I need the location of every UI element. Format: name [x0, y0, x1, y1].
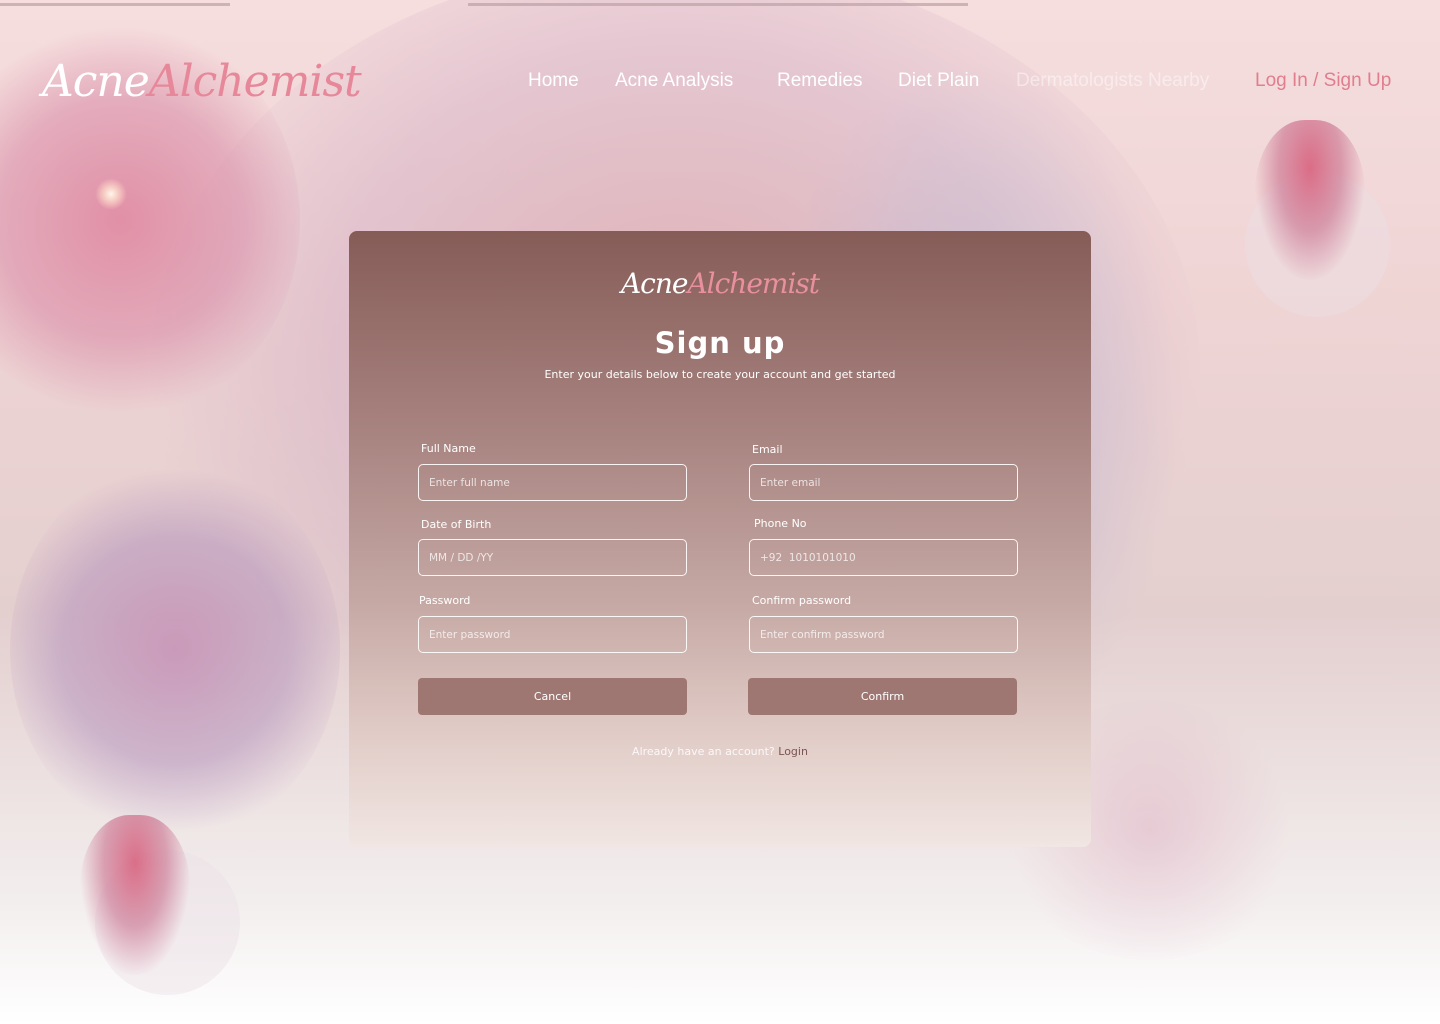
decor-top-line-center [468, 3, 968, 6]
confirm-button[interactable]: Confirm [748, 678, 1017, 715]
background-flower-bottom-left [10, 460, 340, 840]
decor-bubble-top-right [1245, 172, 1390, 317]
login-prompt: Already have an account? Login [349, 745, 1091, 758]
dob-input[interactable] [418, 539, 687, 576]
decor-top-line-left [0, 3, 230, 6]
email-label: Email [752, 443, 783, 456]
nav-login-signup[interactable]: Log In / Sign Up [1255, 70, 1391, 92]
dob-label: Date of Birth [421, 518, 492, 531]
brand-logo-word1: Acne [42, 56, 150, 107]
nav-dermatologists-nearby[interactable]: Dermatologists Nearby [1016, 70, 1209, 92]
card-brand-word1: Acne [620, 267, 689, 300]
email-input[interactable] [749, 464, 1018, 501]
signup-title: Sign up [654, 326, 786, 360]
signup-subtitle: Enter your details below to create your … [544, 368, 896, 381]
nav-diet-plan[interactable]: Diet Plain [898, 70, 979, 92]
login-link[interactable]: Login [778, 745, 808, 758]
decor-shell-bottom-left [80, 815, 190, 975]
nav-acne-analysis[interactable]: Acne Analysis [615, 70, 733, 92]
nav-remedies[interactable]: Remedies [777, 70, 863, 92]
password-input[interactable] [418, 616, 687, 653]
signup-card: AcneAlchemist Sign up Enter your details… [349, 231, 1091, 847]
nav-home[interactable]: Home [528, 70, 579, 92]
decor-bubble-bottom-left [95, 850, 240, 995]
brand-logo[interactable]: AcneAlchemist [42, 52, 362, 112]
decor-shell-top-right [1255, 120, 1365, 280]
confirm-password-input[interactable] [749, 616, 1018, 653]
full-name-label: Full Name [421, 442, 476, 455]
brand-logo-word2: Alchemist [148, 56, 362, 107]
phone-label: Phone No [754, 517, 807, 530]
card-brand-logo: AcneAlchemist [349, 267, 1091, 300]
login-prompt-text: Already have an account? [632, 745, 775, 758]
password-label: Password [419, 594, 471, 607]
cancel-button[interactable]: Cancel [418, 678, 687, 715]
background-sparkle [95, 178, 127, 210]
phone-input[interactable] [749, 539, 1018, 576]
full-name-input[interactable] [418, 464, 687, 501]
card-brand-word2: Alchemist [687, 267, 820, 300]
confirm-password-label: Confirm password [752, 594, 852, 607]
